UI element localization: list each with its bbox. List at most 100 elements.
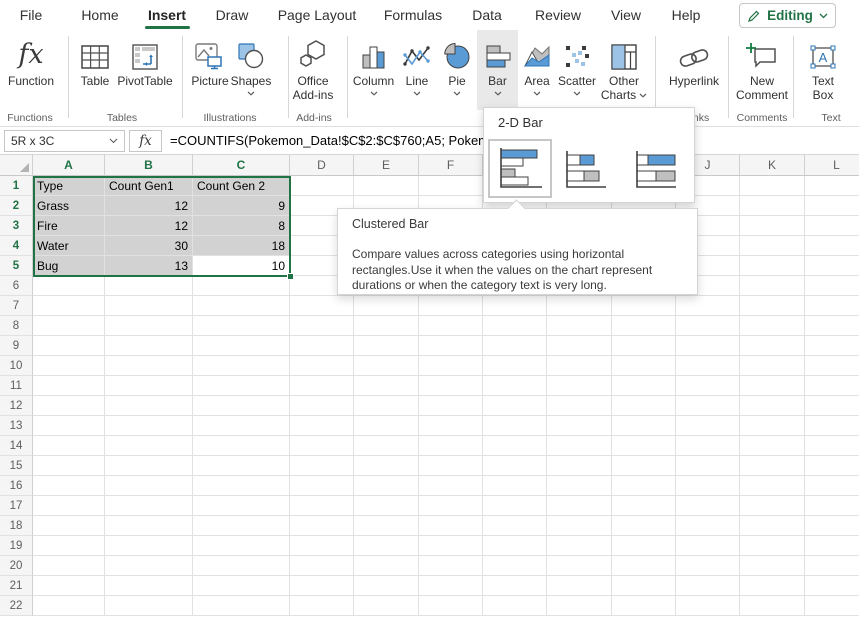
cell-J18[interactable] <box>676 516 740 536</box>
cell-E12[interactable] <box>354 396 419 416</box>
cell-H11[interactable] <box>547 376 612 396</box>
cell-D20[interactable] <box>290 556 354 576</box>
cell-A7[interactable] <box>33 296 105 316</box>
shapes-button[interactable]: Shapes <box>228 30 274 110</box>
column-chart-button[interactable]: Column <box>350 30 397 110</box>
cell-C4[interactable]: 18 <box>193 236 290 256</box>
cell-B10[interactable] <box>105 356 193 376</box>
menu-review[interactable]: Review <box>535 7 581 23</box>
cell-D19[interactable] <box>290 536 354 556</box>
cell-E10[interactable] <box>354 356 419 376</box>
cell-D12[interactable] <box>290 396 354 416</box>
cell-H8[interactable] <box>547 316 612 336</box>
cell-F14[interactable] <box>419 436 483 456</box>
cell-A6[interactable] <box>33 276 105 296</box>
cell-G14[interactable] <box>483 436 547 456</box>
cell-K15[interactable] <box>740 456 805 476</box>
column-header-F[interactable]: F <box>419 155 483 176</box>
cell-D18[interactable] <box>290 516 354 536</box>
hyperlink-button[interactable]: Hyperlink <box>662 30 726 110</box>
row-header-18[interactable]: 18 <box>0 516 33 536</box>
cell-K14[interactable] <box>740 436 805 456</box>
cell-E15[interactable] <box>354 456 419 476</box>
cell-L8[interactable] <box>805 316 859 336</box>
cell-L17[interactable] <box>805 496 859 516</box>
office-addins-button[interactable]: Office Add-ins <box>286 30 340 110</box>
cell-C9[interactable] <box>193 336 290 356</box>
cell-E7[interactable] <box>354 296 419 316</box>
cell-K13[interactable] <box>740 416 805 436</box>
cell-B20[interactable] <box>105 556 193 576</box>
row-header-6[interactable]: 6 <box>0 276 33 296</box>
cell-J17[interactable] <box>676 496 740 516</box>
cell-J15[interactable] <box>676 456 740 476</box>
cell-F7[interactable] <box>419 296 483 316</box>
column-header-K[interactable]: K <box>740 155 805 176</box>
picture-button[interactable]: Picture <box>188 30 232 110</box>
row-header-22[interactable]: 22 <box>0 596 33 616</box>
row-header-17[interactable]: 17 <box>0 496 33 516</box>
cell-E13[interactable] <box>354 416 419 436</box>
cell-I21[interactable] <box>612 576 676 596</box>
cell-K10[interactable] <box>740 356 805 376</box>
cell-I18[interactable] <box>612 516 676 536</box>
column-header-D[interactable]: D <box>290 155 354 176</box>
cell-B19[interactable] <box>105 536 193 556</box>
clustered-bar-option[interactable] <box>488 139 552 198</box>
cell-K9[interactable] <box>740 336 805 356</box>
cell-I8[interactable] <box>612 316 676 336</box>
cell-L4[interactable] <box>805 236 859 256</box>
cell-B9[interactable] <box>105 336 193 356</box>
text-box-button[interactable]: A Text Box <box>804 30 842 110</box>
cell-J9[interactable] <box>676 336 740 356</box>
cell-G20[interactable] <box>483 556 547 576</box>
cell-C17[interactable] <box>193 496 290 516</box>
column-header-C[interactable]: C <box>193 155 290 176</box>
cell-K19[interactable] <box>740 536 805 556</box>
cell-D17[interactable] <box>290 496 354 516</box>
cell-I20[interactable] <box>612 556 676 576</box>
menu-view[interactable]: View <box>611 7 641 23</box>
cell-A21[interactable] <box>33 576 105 596</box>
cell-I16[interactable] <box>612 476 676 496</box>
cell-E18[interactable] <box>354 516 419 536</box>
table-button[interactable]: Table <box>74 30 116 110</box>
line-chart-button[interactable]: Line <box>399 30 435 110</box>
cell-G10[interactable] <box>483 356 547 376</box>
cell-J22[interactable] <box>676 596 740 616</box>
cell-F16[interactable] <box>419 476 483 496</box>
cell-A22[interactable] <box>33 596 105 616</box>
cell-F19[interactable] <box>419 536 483 556</box>
cell-L13[interactable] <box>805 416 859 436</box>
row-header-3[interactable]: 3 <box>0 216 33 236</box>
cell-D22[interactable] <box>290 596 354 616</box>
cell-A8[interactable] <box>33 316 105 336</box>
cell-I14[interactable] <box>612 436 676 456</box>
cell-H7[interactable] <box>547 296 612 316</box>
cell-G15[interactable] <box>483 456 547 476</box>
column-header-A[interactable]: A <box>33 155 105 176</box>
cell-I17[interactable] <box>612 496 676 516</box>
cell-E11[interactable] <box>354 376 419 396</box>
select-all-corner[interactable] <box>0 155 33 176</box>
cell-A18[interactable] <box>33 516 105 536</box>
cell-L22[interactable] <box>805 596 859 616</box>
new-comment-button[interactable]: New Comment <box>731 30 793 110</box>
cell-F9[interactable] <box>419 336 483 356</box>
cell-J14[interactable] <box>676 436 740 456</box>
cell-F1[interactable] <box>419 176 483 196</box>
cell-I15[interactable] <box>612 456 676 476</box>
cell-C22[interactable] <box>193 596 290 616</box>
menu-insert[interactable]: Insert <box>148 7 186 23</box>
cell-D1[interactable] <box>290 176 354 196</box>
cell-J8[interactable] <box>676 316 740 336</box>
cell-K20[interactable] <box>740 556 805 576</box>
cell-D14[interactable] <box>290 436 354 456</box>
cell-A12[interactable] <box>33 396 105 416</box>
cell-B4[interactable]: 30 <box>105 236 193 256</box>
cell-H14[interactable] <box>547 436 612 456</box>
cell-I19[interactable] <box>612 536 676 556</box>
cell-F18[interactable] <box>419 516 483 536</box>
column-header-B[interactable]: B <box>105 155 193 176</box>
cell-H22[interactable] <box>547 596 612 616</box>
